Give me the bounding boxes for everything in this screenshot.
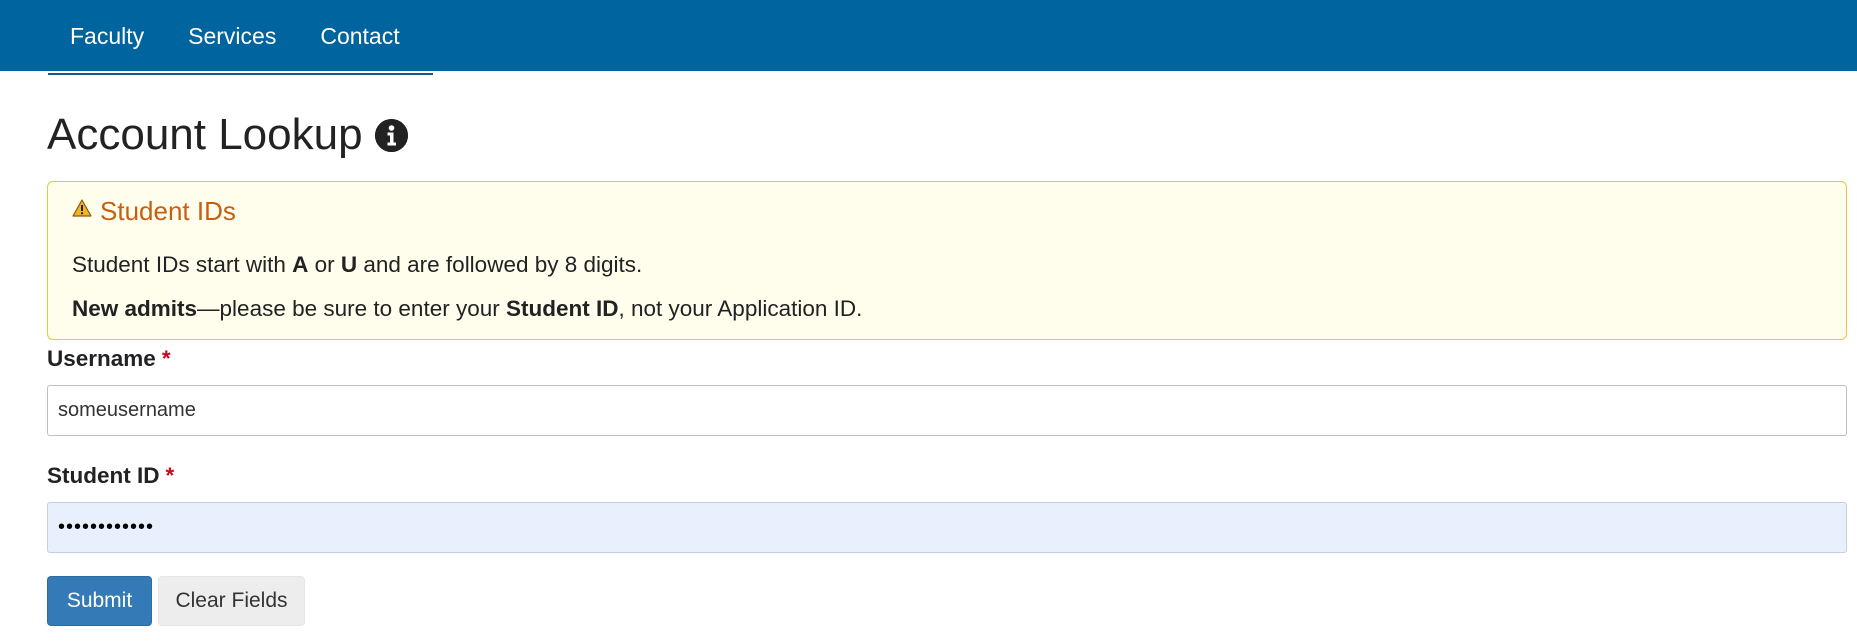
- clear-fields-button[interactable]: Clear Fields: [158, 576, 305, 626]
- alert-line1-part1: Student IDs start with: [72, 252, 293, 277]
- alert-new-admits-text: New admits—please be sure to enter your …: [72, 296, 862, 322]
- alert-line2-part2: , not your Application ID.: [618, 296, 863, 321]
- alert-line1-part3: and are followed by 8 digits.: [357, 252, 643, 277]
- alert-line2-bold-new-admits: New admits: [72, 296, 198, 321]
- page-title-text: Account Lookup: [47, 110, 363, 159]
- nav-link-faculty[interactable]: Faculty: [70, 25, 144, 48]
- student-id-input[interactable]: [47, 502, 1847, 553]
- student-id-label: Student ID *: [47, 463, 174, 489]
- alert-heading-text: Student IDs: [100, 196, 236, 226]
- nav-link-contact[interactable]: Contact: [320, 25, 399, 48]
- student-id-alert: Student IDs Student IDs start with A or …: [47, 181, 1847, 340]
- username-label-text: Username: [47, 346, 156, 371]
- alert-id-format-text: Student IDs start with A or U and are fo…: [72, 252, 642, 278]
- alert-heading: Student IDs: [72, 196, 236, 227]
- alert-line2-part1: —please be sure to enter your: [197, 296, 506, 321]
- alert-line1-bold-u: U: [340, 252, 358, 277]
- required-marker: *: [161, 346, 171, 371]
- alert-line1-part2: or: [308, 252, 341, 277]
- submit-button[interactable]: Submit: [47, 576, 152, 626]
- alert-line2-bold-student-id: Student ID: [505, 296, 619, 321]
- page-title: Account Lookup: [47, 110, 408, 160]
- student-id-label-text: Student ID: [47, 463, 160, 488]
- username-label: Username *: [47, 346, 171, 372]
- nav-link-services[interactable]: Services: [188, 25, 276, 48]
- warning-triangle-icon: [72, 193, 92, 224]
- alert-line1-bold-a: A: [292, 252, 309, 277]
- top-navigation-bar: Faculty Services Contact: [0, 0, 1857, 75]
- required-marker: *: [165, 463, 175, 488]
- main-nav: Faculty Services Contact: [48, 0, 433, 75]
- info-circle-icon[interactable]: [374, 118, 408, 152]
- username-input[interactable]: [47, 385, 1847, 436]
